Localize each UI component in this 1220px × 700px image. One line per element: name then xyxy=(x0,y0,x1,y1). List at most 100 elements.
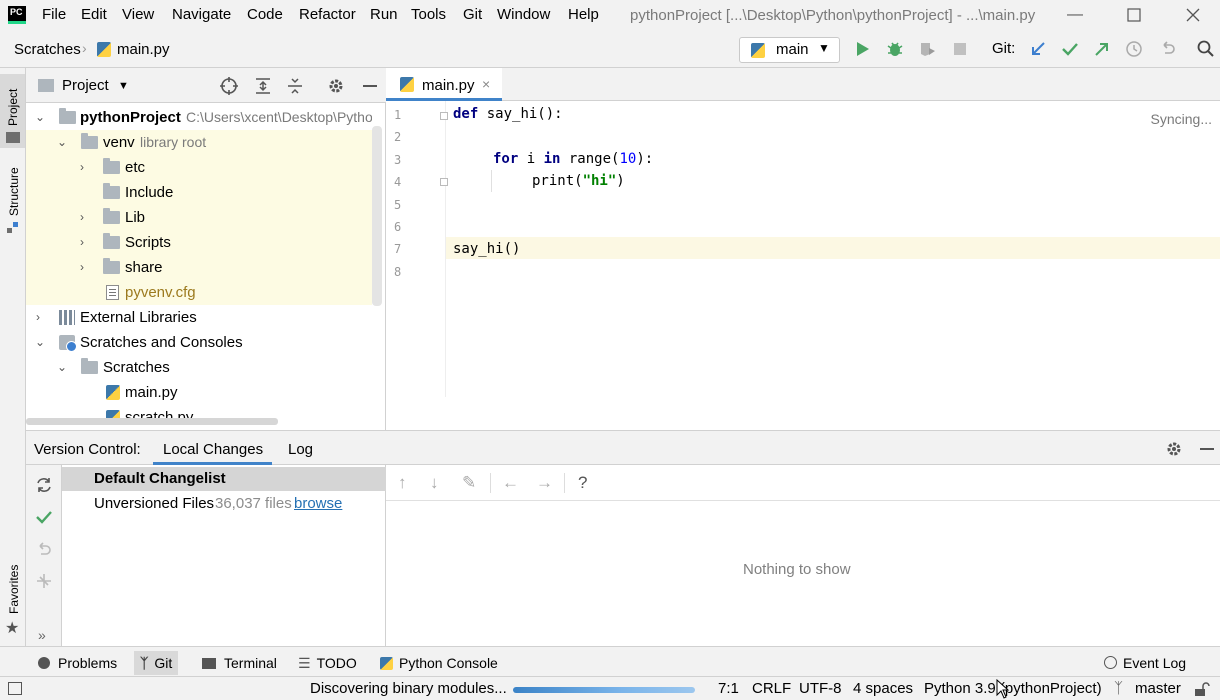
fold-icon[interactable] xyxy=(440,112,448,120)
run-icon[interactable] xyxy=(853,39,873,59)
background-task[interactable]: Discovering binary modules... xyxy=(310,680,507,697)
tree-row[interactable]: ⌄ Scratches xyxy=(26,355,372,380)
vertical-scrollbar[interactable] xyxy=(372,126,382,306)
menu-refactor[interactable]: Refactor xyxy=(299,6,356,23)
shelve-icon[interactable] xyxy=(34,571,54,591)
tree-row[interactable]: pyvenv.cfg xyxy=(26,280,372,305)
gear-icon[interactable] xyxy=(1164,439,1184,459)
project-view-label[interactable]: Project xyxy=(62,77,109,94)
tree-row[interactable]: › share xyxy=(26,255,372,280)
problems-tool-button[interactable]: Problems xyxy=(32,651,123,675)
git-commit-icon[interactable] xyxy=(1060,39,1080,59)
help-icon[interactable]: ? xyxy=(578,473,587,493)
tree-row[interactable]: main.py xyxy=(26,380,372,405)
chevron-right-icon[interactable]: › xyxy=(36,305,48,330)
tab-local-changes[interactable]: Local Changes xyxy=(153,431,272,465)
chevron-right-icon[interactable]: › xyxy=(80,230,92,255)
menu-window[interactable]: Window xyxy=(497,6,550,23)
breadcrumb-main-py[interactable]: main.py xyxy=(117,41,170,58)
terminal-tool-button[interactable]: Terminal xyxy=(196,651,283,675)
git-push-icon[interactable] xyxy=(1092,39,1112,59)
code-line-3[interactable]: for i in range(10): xyxy=(493,151,653,167)
tree-row[interactable]: › etc xyxy=(26,155,372,180)
tree-row[interactable]: Include xyxy=(26,180,372,205)
git-branch[interactable]: master xyxy=(1135,680,1181,697)
python-console-tool-button[interactable]: Python Console xyxy=(374,651,504,675)
menu-code[interactable]: Code xyxy=(247,6,283,23)
tab-main-py[interactable]: main.py × xyxy=(386,68,502,101)
history-icon[interactable] xyxy=(1124,39,1144,59)
git-update-icon[interactable] xyxy=(1028,39,1048,59)
close-icon[interactable] xyxy=(1182,4,1204,26)
debug-icon[interactable] xyxy=(885,39,905,59)
chevron-down-icon[interactable]: ⌄ xyxy=(57,355,69,380)
commit-icon[interactable] xyxy=(34,507,54,527)
tree-row[interactable]: ⌄ pythonProject C:\Users\xcent\Desktop\P… xyxy=(26,105,372,130)
chevron-down-icon[interactable]: ⌄ xyxy=(35,330,47,355)
menu-help[interactable]: Help xyxy=(568,6,599,23)
tree-row[interactable]: › External Libraries xyxy=(26,305,372,330)
caret-position[interactable]: 7:1 xyxy=(718,680,739,697)
arrow-right-icon[interactable]: → xyxy=(536,473,553,493)
arrow-left-icon[interactable]: ← xyxy=(502,473,519,493)
menu-navigate[interactable]: Navigate xyxy=(172,6,231,23)
breadcrumb-scratches[interactable]: Scratches xyxy=(14,41,81,58)
menu-git[interactable]: Git xyxy=(463,6,482,23)
tab-log[interactable]: Log xyxy=(288,441,313,458)
more-icon[interactable]: » xyxy=(38,627,46,643)
toggle-panels-icon[interactable] xyxy=(8,682,22,695)
menu-view[interactable]: View xyxy=(122,6,154,23)
menu-tools[interactable]: Tools xyxy=(411,6,446,23)
code-line-4[interactable]: print("hi") xyxy=(532,173,625,189)
file-encoding[interactable]: UTF-8 xyxy=(799,680,842,697)
tree-row[interactable]: › Lib xyxy=(26,205,372,230)
indentation[interactable]: 4 spaces xyxy=(853,680,913,697)
line-separator[interactable]: CRLF xyxy=(752,680,791,697)
chevron-right-icon[interactable]: › xyxy=(80,255,92,280)
lock-icon[interactable] xyxy=(1192,682,1210,697)
interpreter[interactable]: Python 3.9 (pythonProject) xyxy=(924,680,1102,697)
hide-icon[interactable] xyxy=(1197,439,1217,459)
locate-icon[interactable] xyxy=(219,76,239,96)
collapse-all-icon[interactable] xyxy=(285,76,305,96)
maximize-icon[interactable] xyxy=(1123,4,1145,26)
refresh-icon[interactable] xyxy=(34,475,54,495)
rollback-icon[interactable] xyxy=(34,540,54,560)
chevron-down-icon[interactable]: ▼ xyxy=(118,80,129,92)
run-config-selector[interactable]: main ▼ xyxy=(739,37,840,63)
expand-all-icon[interactable] xyxy=(253,76,273,96)
coverage-icon[interactable] xyxy=(918,39,938,59)
tree-row[interactable]: ⌄ venv library root xyxy=(26,130,372,155)
stop-icon[interactable] xyxy=(950,39,970,59)
event-log-button[interactable]: Event Log xyxy=(1098,651,1192,675)
todo-tool-button[interactable]: ☰ TODO xyxy=(292,651,363,675)
browse-link[interactable]: browse xyxy=(294,495,342,512)
minimize-icon[interactable]: — xyxy=(1064,4,1086,26)
chevron-right-icon[interactable]: › xyxy=(80,205,92,230)
menu-run[interactable]: Run xyxy=(370,6,398,23)
chevron-right-icon[interactable]: › xyxy=(80,155,92,180)
hide-icon[interactable] xyxy=(360,76,380,96)
menu-edit[interactable]: Edit xyxy=(81,6,107,23)
unversioned-row[interactable]: Unversioned Files 36,037 files browse xyxy=(62,492,386,516)
chevron-down-icon[interactable]: ⌄ xyxy=(57,130,69,155)
project-tool-button[interactable]: Project xyxy=(0,74,25,148)
chevron-down-icon[interactable]: ⌄ xyxy=(35,105,47,130)
fold-icon[interactable] xyxy=(440,178,448,186)
arrow-up-icon[interactable]: ↑ xyxy=(398,473,407,493)
tree-row[interactable]: ⌄ Scratches and Consoles xyxy=(26,330,372,355)
search-icon[interactable] xyxy=(1196,39,1216,59)
structure-tool-button[interactable]: Structure xyxy=(0,158,25,238)
favorites-tool-button[interactable]: Favorites ★ xyxy=(0,554,25,638)
rollback-icon[interactable] xyxy=(1158,39,1178,59)
changelist-row[interactable]: Default Changelist xyxy=(62,467,386,491)
gear-icon[interactable] xyxy=(326,76,346,96)
code-line-1[interactable]: def say_hi(): xyxy=(453,106,563,122)
arrow-down-icon[interactable]: ↓ xyxy=(430,473,439,493)
close-tab-icon[interactable]: × xyxy=(482,76,490,92)
tree-row[interactable]: › Scripts xyxy=(26,230,372,255)
git-tool-button[interactable]: ᛉ Git xyxy=(134,651,179,675)
horizontal-scrollbar[interactable] xyxy=(26,418,278,425)
edit-icon[interactable]: ✎ xyxy=(462,473,476,493)
menu-file[interactable]: File xyxy=(42,6,66,23)
